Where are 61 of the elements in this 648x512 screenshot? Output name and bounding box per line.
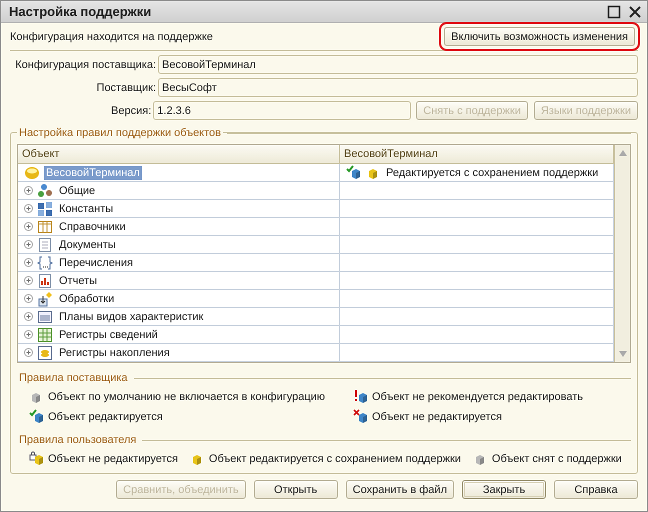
legend-text: Объект редактируется с сохранением поддержки <box>208 453 461 465</box>
tree-item[interactable]: Регистры сведений <box>57 328 160 342</box>
coins-icon <box>37 344 53 360</box>
window-title: Настройка поддержки <box>9 4 152 19</box>
circles-icon <box>37 182 53 198</box>
tree-item[interactable]: Общие <box>57 184 98 198</box>
tree-item[interactable]: Регистры накопления <box>57 346 172 360</box>
tree-item[interactable]: Документы <box>57 238 118 252</box>
field-label: Версия: <box>110 104 152 116</box>
table-icon <box>37 326 53 342</box>
legend-text: Объект по умолчанию не включается в конфигурацию <box>48 391 326 403</box>
expand-icon[interactable] <box>24 186 33 195</box>
table-icon <box>37 218 53 234</box>
chart-icon <box>37 272 53 288</box>
blocks-icon <box>37 200 53 216</box>
tree-item[interactable]: Отчеты <box>57 274 100 288</box>
braces-icon <box>37 254 53 270</box>
maximize-icon[interactable] <box>607 4 621 18</box>
group-title: Настройка правил поддержки объектов <box>17 127 223 139</box>
tree-item[interactable]: Обработки <box>57 292 116 306</box>
text-field[interactable]: 1.2.3.6 <box>153 101 412 120</box>
expand-icon[interactable] <box>24 294 33 303</box>
status-text: Конфигурация находится на поддержке <box>10 30 213 42</box>
document-icon <box>37 236 53 252</box>
column-header[interactable]: Объект <box>18 145 340 163</box>
dialog-button[interactable]: Сохранить в файл <box>346 480 454 499</box>
check-cube-icon <box>346 164 362 180</box>
text-field[interactable]: ВесыСофт <box>158 78 638 97</box>
legend-text: Объект редактируется <box>48 411 163 423</box>
grid-icon <box>37 308 53 324</box>
tree-item[interactable]: Справочники <box>57 220 128 234</box>
dialog-button[interactable]: Открыть <box>254 480 338 499</box>
rule-text: Редактируется с сохранением поддержки <box>386 166 598 178</box>
legend-text: Объект не рекомендуется редактировать <box>372 391 584 403</box>
dialog-button[interactable]: Справка <box>554 480 638 499</box>
lock-cube-icon <box>29 451 45 467</box>
group-title: Правила пользователя <box>17 434 138 446</box>
expand-icon[interactable] <box>24 258 33 267</box>
check-cube-icon <box>29 409 45 425</box>
expand-icon[interactable] <box>24 312 33 321</box>
tree-item[interactable]: Перечисления <box>57 256 135 270</box>
expand-icon[interactable] <box>24 276 33 285</box>
tree-item[interactable]: Константы <box>57 202 116 216</box>
group-title: Правила поставщика <box>17 372 130 384</box>
legend-text: Объект снят с поддержки <box>492 453 622 465</box>
warning-cube-icon <box>353 389 369 405</box>
sphere-icon <box>24 164 40 180</box>
legend-text: Объект не редактируется <box>372 411 502 423</box>
legend-text: Объект не редактируется <box>48 453 178 465</box>
expand-icon[interactable] <box>24 348 33 357</box>
text-field[interactable]: ВесовойТерминал <box>158 55 638 74</box>
close-icon[interactable] <box>629 6 641 18</box>
field-label: Конфигурация поставщика: <box>14 58 156 70</box>
expand-icon[interactable] <box>24 222 33 231</box>
cross-cube-icon <box>353 409 369 425</box>
expand-icon[interactable] <box>24 204 33 213</box>
field-label: Поставщик: <box>96 82 156 94</box>
expand-icon[interactable] <box>24 330 33 339</box>
dialog-button[interactable]: Закрыть <box>462 480 546 499</box>
tree-item[interactable]: Планы видов характеристик <box>57 310 206 324</box>
expand-icon[interactable] <box>24 240 33 249</box>
